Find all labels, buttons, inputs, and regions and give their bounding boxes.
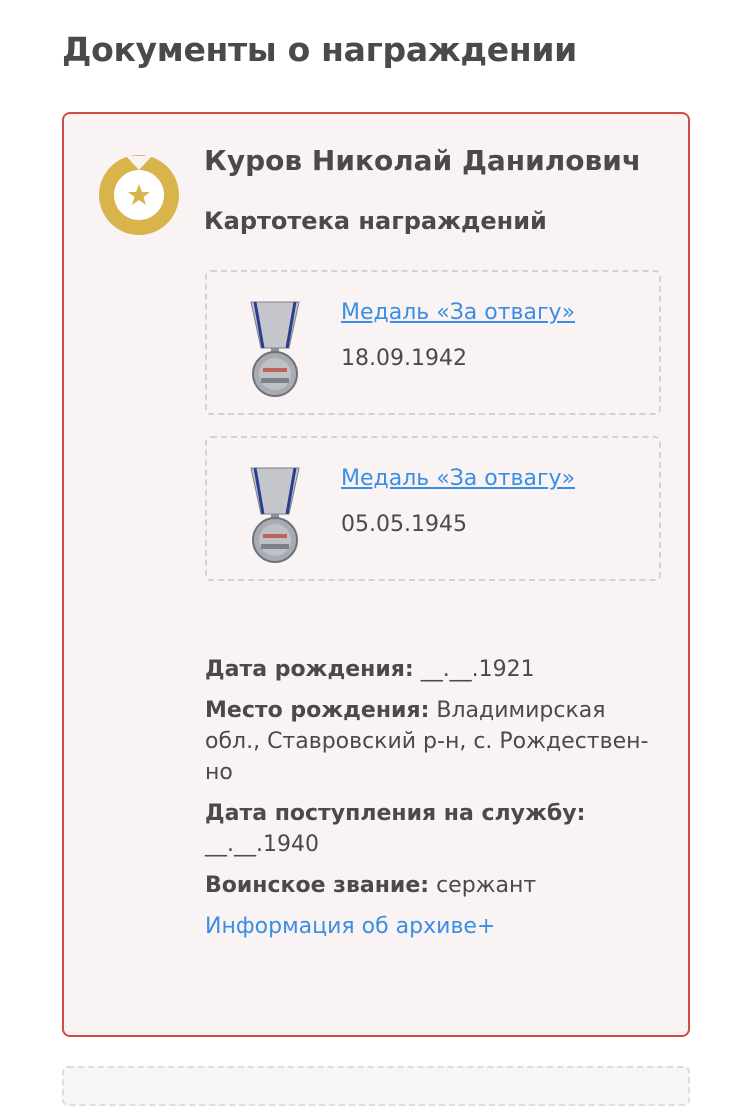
- archive-info-link[interactable]: Информация об архиве+: [205, 914, 495, 939]
- medal-for-courage-icon: [250, 301, 300, 397]
- rank-value: сержант: [436, 873, 537, 898]
- award-link[interactable]: Медаль «За отвагу»: [341, 300, 575, 325]
- award-item: Медаль «За отвагу» 18.09.1942: [205, 270, 661, 415]
- section-label: Картотека награждений: [204, 207, 547, 235]
- medal-for-courage-icon: [250, 467, 300, 563]
- award-record-card: Куров Николай Данилович Картотека награж…: [62, 112, 690, 1037]
- medal-star-icon: [99, 155, 179, 235]
- birth-date-row: Дата рождения: __.__.1921: [205, 654, 665, 685]
- page-title: Документы о награждении: [62, 30, 577, 69]
- award-item: Медаль «За отвагу» 05.05.1945: [205, 436, 661, 581]
- award-date: 18.09.1942: [341, 346, 467, 371]
- person-name: Куров Николай Данилович: [204, 144, 642, 177]
- service-date-value: __.__.1940: [205, 832, 319, 857]
- award-date: 05.05.1945: [341, 512, 467, 537]
- birth-date-value: __.__.1921: [420, 657, 535, 682]
- next-record-card: [62, 1066, 690, 1106]
- service-date-label: Дата поступления на службу:: [205, 801, 586, 826]
- birth-place-row: Место рождения: Владимирская обл., Ставр…: [205, 695, 665, 788]
- birth-date-label: Дата рождения:: [205, 657, 414, 682]
- rank-label: Воинское звание:: [205, 873, 430, 898]
- service-date-row: Дата поступления на службу: __.__.1940: [205, 798, 665, 860]
- birth-place-label: Место рождения:: [205, 698, 430, 723]
- personal-info: Дата рождения: __.__.1921 Место рождения…: [205, 654, 665, 942]
- rank-row: Воинское звание: сержант: [205, 870, 665, 901]
- award-link[interactable]: Медаль «За отвагу»: [341, 466, 575, 491]
